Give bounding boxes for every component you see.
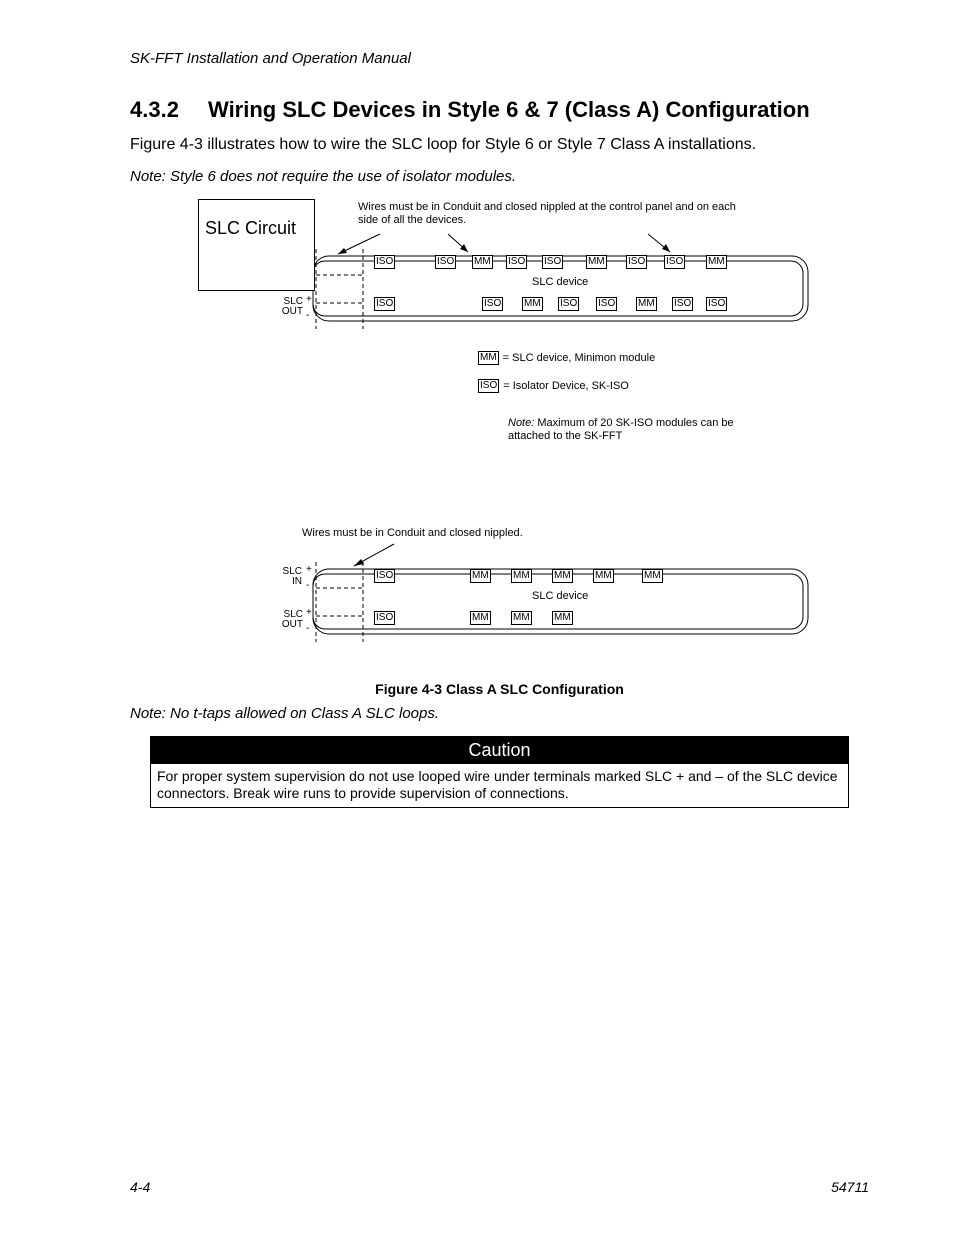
- device-box: MM: [552, 611, 573, 625]
- diag2-top-note: Wires must be in Conduit and closed nipp…: [302, 527, 523, 540]
- device-box: ISO: [435, 255, 456, 269]
- slc-panel-bottom: SLC Circuit: [198, 199, 315, 291]
- device-box: ISO: [542, 255, 563, 269]
- section-number: 4.3.2: [130, 97, 208, 123]
- device-box: MM: [706, 255, 727, 269]
- plus-bot-out: +: [306, 608, 312, 619]
- legend-mm-text: = SLC device, Minimon module: [503, 352, 656, 364]
- plus-top-out: +: [306, 295, 312, 306]
- note-style6: Note: Style 6 does not require the use o…: [130, 168, 869, 185]
- device-box: ISO: [374, 255, 395, 269]
- device-box: MM: [511, 569, 532, 583]
- legend-iso-box: ISO: [478, 379, 499, 393]
- section-title: Wiring SLC Devices in Style 6 & 7 (Class…: [208, 97, 810, 123]
- device-box: ISO: [664, 255, 685, 269]
- device-box: ISO: [374, 611, 395, 625]
- slc-out-label-top: SLC OUT: [273, 297, 303, 318]
- minus-bot-in: -: [306, 581, 309, 592]
- device-box: ISO: [706, 297, 727, 311]
- device-box: ISO: [482, 297, 503, 311]
- legend-iso: ISO = Isolator Device, SK-ISO: [478, 379, 629, 393]
- device-box: MM: [470, 611, 491, 625]
- device-box: ISO: [374, 297, 395, 311]
- device-box: MM: [472, 255, 493, 269]
- caution-body: For proper system supervision do not use…: [151, 764, 848, 807]
- device-box: MM: [593, 569, 614, 583]
- slc-in-label-bottom: SLC IN: [276, 567, 302, 588]
- section-heading: 4.3.2 Wiring SLC Devices in Style 6 & 7 …: [130, 97, 869, 123]
- device-box: MM: [636, 297, 657, 311]
- device-box: ISO: [558, 297, 579, 311]
- device-box: ISO: [374, 569, 395, 583]
- slc-out-label-bottom: SLC OUT: [273, 610, 303, 631]
- slc-device-label-1: SLC device: [532, 276, 588, 289]
- running-header: SK-FFT Installation and Operation Manual: [130, 50, 869, 67]
- device-box: MM: [522, 297, 543, 311]
- legend-mm-box: MM: [478, 351, 499, 365]
- device-box: MM: [586, 255, 607, 269]
- note-ttaps: Note: No t-taps allowed on Class A SLC l…: [130, 705, 869, 722]
- intro-paragraph: Figure 4-3 illustrates how to wire the S…: [130, 135, 869, 156]
- device-box: ISO: [672, 297, 693, 311]
- device-box: MM: [552, 569, 573, 583]
- device-box: MM: [642, 569, 663, 583]
- footer-page-number: 4-4: [130, 1179, 150, 1195]
- legend-iso-text: = Isolator Device, SK-ISO: [503, 380, 629, 392]
- legend-note: Note: Maximum of 20 SK-ISO modules can b…: [508, 417, 738, 443]
- caution-box: Caution For proper system supervision do…: [150, 736, 849, 808]
- panel-label-bottom: SLC Circuit: [205, 218, 296, 239]
- minus-top-out: -: [306, 311, 309, 322]
- legend-mm: MM = SLC device, Minimon module: [478, 351, 655, 365]
- device-box: ISO: [626, 255, 647, 269]
- device-box: MM: [470, 569, 491, 583]
- footer-doc-number: 54711: [831, 1179, 869, 1195]
- device-box: ISO: [506, 255, 527, 269]
- plus-bot-in: +: [306, 565, 312, 576]
- slc-device-label-2: SLC device: [532, 590, 588, 603]
- minus-bot-out: -: [306, 624, 309, 635]
- device-box: ISO: [596, 297, 617, 311]
- figure-caption: Figure 4-3 Class A SLC Configuration: [130, 681, 869, 697]
- device-box: MM: [511, 611, 532, 625]
- diag1-top-note: Wires must be in Conduit and closed nipp…: [358, 201, 738, 227]
- caution-header: Caution: [151, 737, 848, 764]
- figure-4-3-diagram: SLC Circuit SLC IN SLC OUT + - + - Wires…: [198, 199, 869, 669]
